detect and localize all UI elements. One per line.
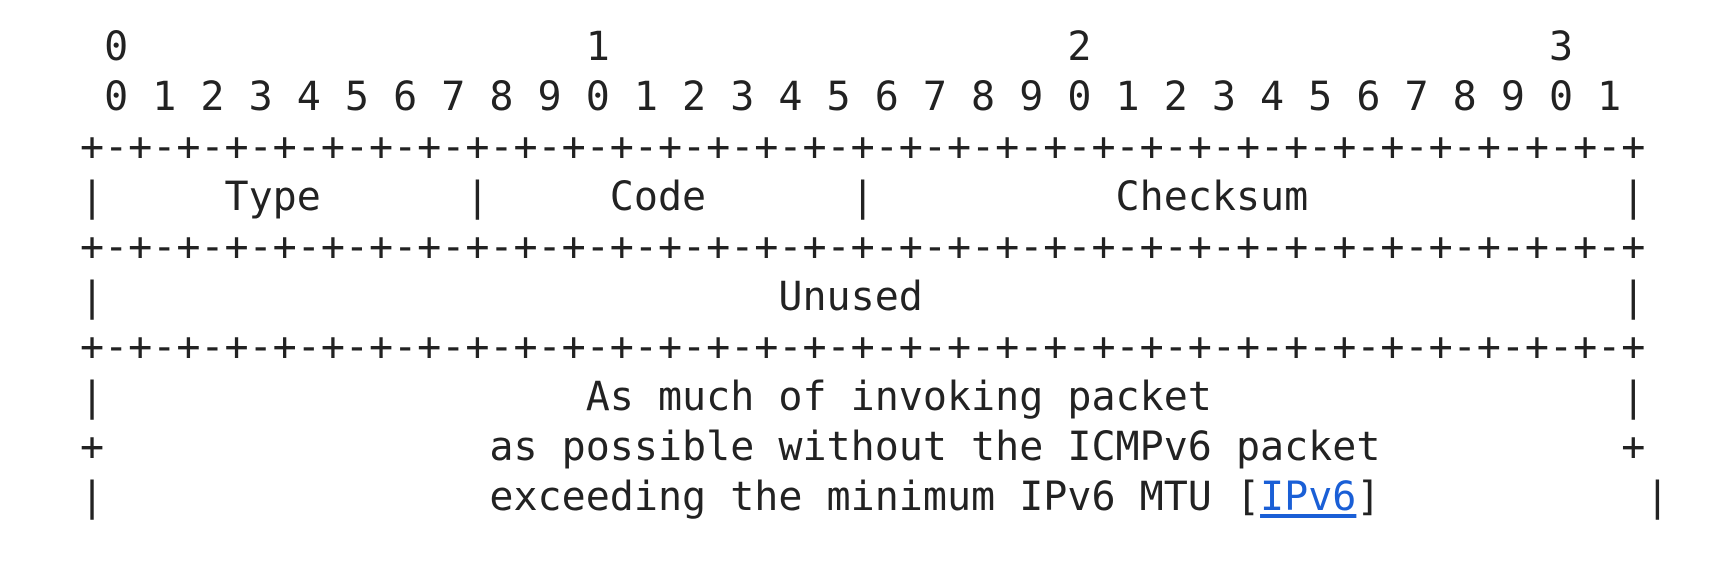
bit-header-tens: 0 1 2 3 xyxy=(80,24,1574,70)
separator-middle: +-+-+-+-+-+-+-+-+-+-+-+-+-+-+-+-+-+-+-+-… xyxy=(80,224,1646,270)
bit-header-units: 0 1 2 3 4 5 6 7 8 9 0 1 2 3 4 5 6 7 8 9 … xyxy=(80,74,1622,120)
body-line-3-prefix: | exceeding the minimum IPv6 MTU [ xyxy=(80,474,1261,520)
ipv6-reference-link[interactable]: IPv6 xyxy=(1260,474,1356,520)
body-line-3: | exceeding the minimum IPv6 MTU [IPv6] … xyxy=(80,472,1669,522)
body-line-3-suffix: ] | xyxy=(1356,474,1670,520)
separator-lower: +-+-+-+-+-+-+-+-+-+-+-+-+-+-+-+-+-+-+-+-… xyxy=(80,324,1646,370)
icmpv6-packet-diagram: 0 1 2 3 0 1 2 3 4 5 6 7 8 9 0 1 2 3 4 5 … xyxy=(80,22,1669,522)
fields-row-type-code-checksum: | Type | Code | Checksum | xyxy=(80,174,1646,220)
body-line-2: + as possible without the ICMPv6 packet … xyxy=(80,424,1646,470)
body-line-1: | As much of invoking packet | xyxy=(80,374,1646,420)
unused-row: | Unused | xyxy=(80,274,1646,320)
separator-top: +-+-+-+-+-+-+-+-+-+-+-+-+-+-+-+-+-+-+-+-… xyxy=(80,124,1646,170)
